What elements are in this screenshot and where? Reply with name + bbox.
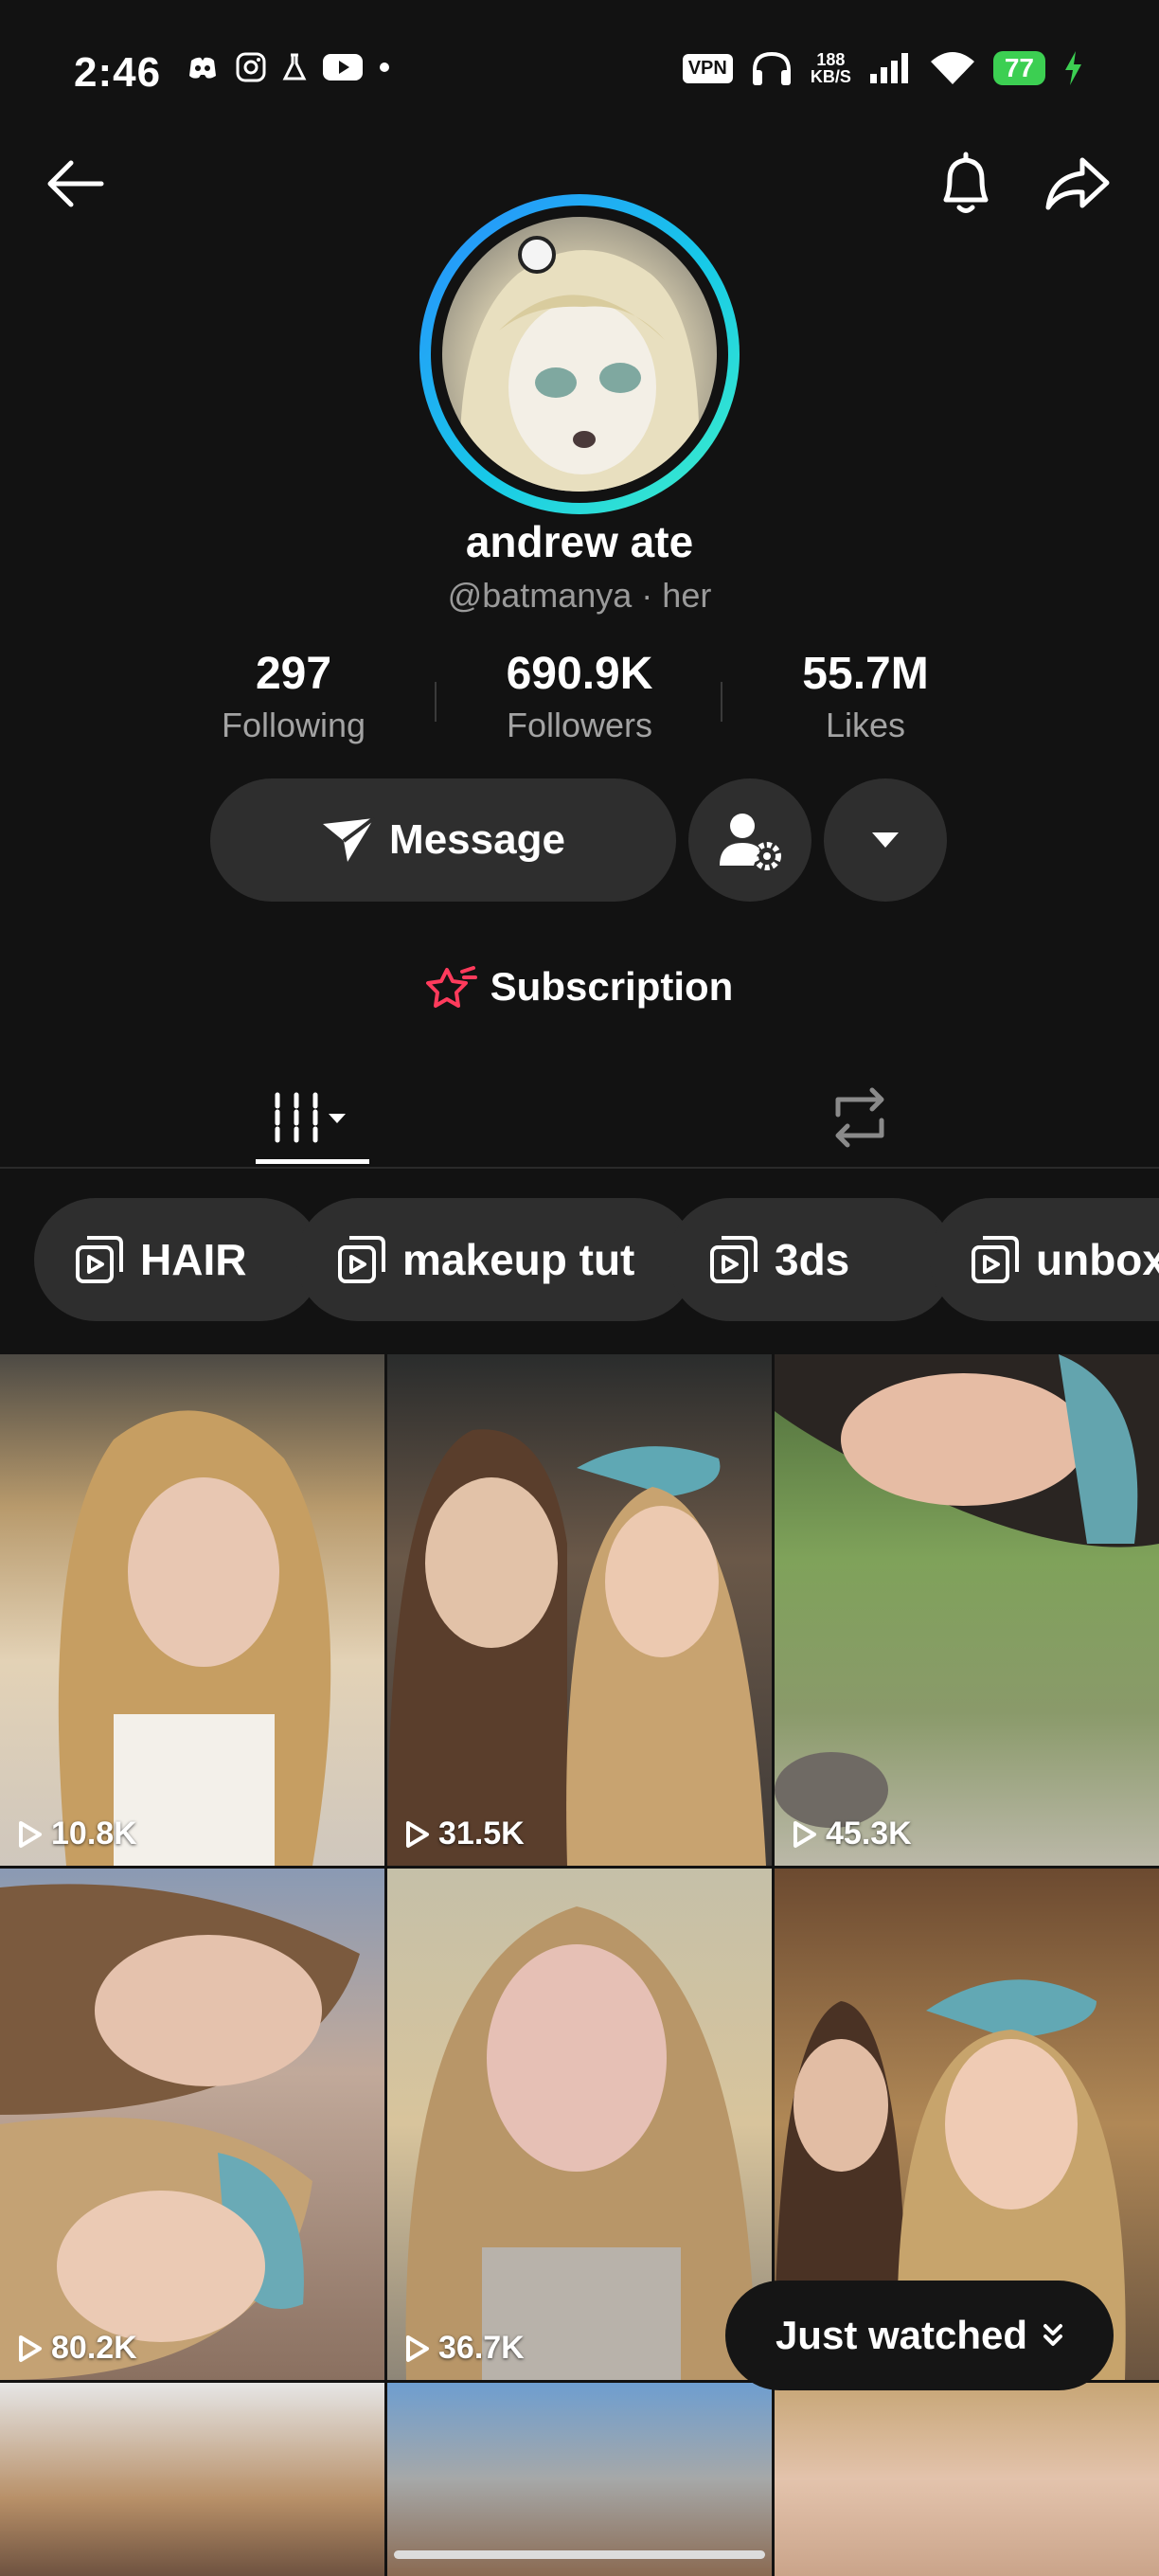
stat-divider (721, 682, 722, 722)
instagram-icon (236, 52, 266, 82)
playlist-icon (972, 1236, 1019, 1283)
battery-indicator: 77 (992, 51, 1045, 85)
stat-label: Followers (506, 706, 653, 744)
view-count-value: 36.7K (438, 2330, 525, 2366)
view-count: 36.7K (404, 2330, 525, 2367)
stat-label: Following (221, 706, 366, 744)
wifi-icon (930, 52, 974, 84)
repost-icon (835, 1087, 884, 1148)
message-label: Message (389, 816, 565, 863)
thumbnail-image (405, 1906, 757, 2380)
subscription-star-icon (425, 966, 477, 1008)
share-icon (1045, 157, 1110, 210)
subscription-label: Subscription (490, 964, 734, 1009)
bell-icon (943, 152, 989, 213)
view-count-value: 80.2K (51, 2330, 137, 2366)
speed-value: 188 (816, 50, 846, 69)
video-thumbnail[interactable]: 10.8K (0, 1354, 384, 1866)
share-button[interactable] (1040, 146, 1115, 222)
double-chevron-down-icon (1043, 2324, 1063, 2346)
stat-followers[interactable]: 690.9K Followers (456, 648, 703, 745)
stat-value: 55.7M (802, 649, 929, 699)
person-settings-icon (720, 814, 781, 870)
view-count-value: 45.3K (826, 1816, 912, 1852)
view-count: 10.8K (17, 1816, 137, 1852)
dot-icon (380, 63, 389, 72)
lab-flask-icon (282, 53, 307, 80)
playlist-chip-makeup[interactable]: makeup tut (296, 1198, 696, 1321)
discord-icon (189, 57, 216, 79)
playlist-chip-hair[interactable]: HAIR (34, 1198, 322, 1321)
avatar[interactable] (442, 217, 717, 492)
view-count-value: 10.8K (51, 1816, 137, 1852)
thumbnail-image (775, 1354, 1159, 1828)
just-watched-button[interactable]: Just watched (725, 2281, 1114, 2390)
view-count: 80.2K (17, 2330, 137, 2367)
display-name: andrew ate (465, 517, 694, 566)
playlist-label: HAIR (140, 1235, 247, 1284)
play-icon (19, 1820, 42, 1848)
video-thumbnail[interactable]: 45.3K (775, 1354, 1159, 1866)
message-button[interactable]: Message (210, 778, 676, 902)
tabs-divider (0, 1167, 1159, 1169)
notification-icons (186, 51, 390, 83)
playlist-icon (338, 1236, 385, 1283)
just-watched-label: Just watched (775, 2313, 1028, 2357)
tab-videos[interactable] (256, 1070, 369, 1165)
play-icon (19, 2334, 42, 2362)
grid-icon (275, 1092, 346, 1143)
play-icon (406, 1820, 429, 1848)
video-thumbnail[interactable] (775, 2383, 1159, 2576)
network-speed: 188 KB/S (811, 51, 851, 85)
back-arrow-icon (47, 160, 104, 207)
home-indicator[interactable] (394, 2550, 765, 2559)
stat-label: Likes (825, 706, 906, 744)
youtube-icon (323, 54, 363, 80)
view-count-value: 31.5K (438, 1816, 525, 1852)
video-thumbnail[interactable] (387, 2383, 772, 2576)
play-icon (406, 2334, 429, 2362)
stat-value: 297 (255, 649, 332, 699)
playlist-label: unboxi (1036, 1235, 1159, 1284)
tab-reposts[interactable] (803, 1070, 917, 1165)
stat-divider (435, 682, 437, 722)
speed-unit: KB/S (810, 67, 851, 86)
view-count: 45.3K (792, 1816, 912, 1852)
view-count: 31.5K (404, 1816, 525, 1852)
headphones-icon (752, 51, 791, 85)
send-icon (323, 816, 376, 862)
thumbnail-image (58, 1410, 331, 1866)
stat-likes[interactable]: 55.7M Likes (742, 648, 989, 745)
video-thumbnail[interactable] (0, 2383, 384, 2576)
thumbnail-image (387, 1429, 766, 1866)
signal-icon (869, 53, 908, 83)
back-button[interactable] (36, 146, 112, 222)
video-thumbnail[interactable]: 36.7K (387, 1869, 772, 2380)
thumbnail-image (0, 1884, 360, 2380)
more-options-button[interactable] (824, 778, 947, 902)
follow-settings-button[interactable] (688, 778, 811, 902)
subscription-link[interactable]: Subscription (0, 964, 1159, 1010)
video-thumbnail[interactable]: 31.5K (387, 1354, 772, 1866)
vpn-badge: VPN (682, 53, 733, 83)
username-pronouns: @batmanya · her (447, 576, 712, 615)
playlist-chip-3ds[interactable]: 3ds (669, 1198, 954, 1321)
active-tab-indicator (256, 1159, 369, 1164)
notifications-button[interactable] (928, 146, 1004, 222)
status-bar: 2:46 VPN 188 KB/S 77 (0, 0, 1159, 142)
stat-following[interactable]: 297 Following (170, 648, 417, 745)
playlist-chip-unboxing[interactable]: unboxi (930, 1198, 1159, 1321)
video-thumbnail[interactable]: 80.2K (0, 1869, 384, 2380)
stat-value: 690.9K (506, 649, 653, 699)
playlist-icon (76, 1236, 123, 1283)
play-icon (793, 1820, 816, 1848)
charging-icon (1065, 51, 1081, 85)
playlist-icon (710, 1236, 758, 1283)
status-time: 2:46 (74, 49, 162, 96)
chevron-down-icon (872, 832, 899, 848)
playlist-label: 3ds (775, 1235, 850, 1284)
avatar-illustration (459, 236, 700, 492)
playlist-label: makeup tut (402, 1235, 635, 1284)
system-icons: VPN 188 KB/S 77 (682, 49, 1083, 87)
